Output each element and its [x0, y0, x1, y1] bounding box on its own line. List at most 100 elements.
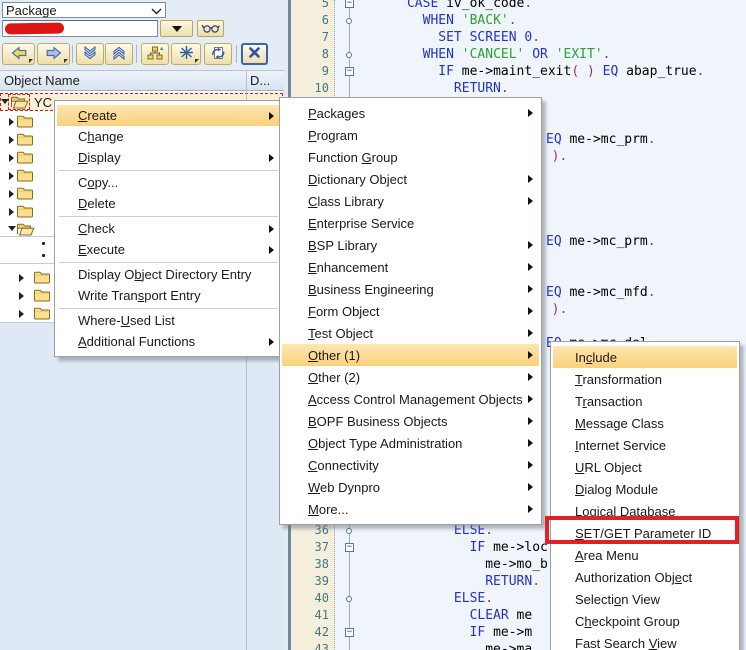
back-button[interactable]	[2, 43, 35, 65]
expand-arrow-icon[interactable]	[9, 208, 14, 216]
menu-item-transformation[interactable]: Transformation	[553, 368, 737, 390]
context-menu: Create Change Display Copy... Delete Check Exe…	[54, 100, 283, 357]
expand-arrow-icon[interactable]	[9, 118, 14, 126]
menu-item-copy[interactable]: Copy...	[57, 172, 280, 193]
fold-collapse-icon[interactable]: −	[345, 0, 354, 8]
menu-item-label: More...	[308, 501, 349, 517]
close-x-icon	[247, 45, 262, 63]
close-button[interactable]	[241, 43, 268, 65]
asterisk-button[interactable]	[171, 43, 201, 65]
menu-item-object-type-administration[interactable]: Object Type Administration	[282, 432, 539, 454]
dropdown-button[interactable]	[160, 20, 193, 37]
expand-arrow-icon[interactable]	[9, 172, 14, 180]
open-folder-icon	[10, 95, 29, 112]
expand-arrow-icon[interactable]	[19, 274, 24, 282]
folder-icon	[16, 114, 34, 131]
menu-item-label: Program	[308, 127, 358, 143]
menu-item-label: Test Object	[308, 325, 374, 341]
page-down-button[interactable]	[76, 43, 104, 65]
submenu-arrow-icon	[528, 417, 533, 425]
menu-item-test-object[interactable]: Test Object	[282, 322, 539, 344]
split-dropdown-icon[interactable]	[64, 59, 68, 63]
menu-item-access-control-management-objects[interactable]: Access Control Management Objects	[282, 388, 539, 410]
submenu-arrow-icon	[269, 224, 274, 233]
split-dropdown-icon[interactable]	[29, 59, 33, 63]
code-text: WHEN 'CANCEL' OR 'EXIT'.	[422, 47, 611, 62]
menu-item-program[interactable]: Program	[282, 124, 539, 146]
display-button[interactable]	[197, 20, 224, 37]
other1-submenu: Include Transformation Transaction Message …	[550, 341, 740, 650]
menu-item-label: Transaction	[575, 393, 643, 409]
menu-item-checkpoint-group[interactable]: Checkpoint Group	[553, 610, 737, 632]
menu-item-write-transport-entry[interactable]: Write Transport Entry	[57, 285, 280, 306]
column-d: D...	[250, 73, 271, 88]
expand-arrow-icon[interactable]	[9, 190, 14, 198]
menu-item-execute[interactable]: Execute	[57, 239, 280, 260]
menu-item-label: Include	[575, 349, 617, 365]
menu-item-function-group[interactable]: Function Group	[282, 146, 539, 168]
forward-button[interactable]	[37, 43, 70, 65]
menu-item-area-menu[interactable]: Area Menu	[553, 544, 737, 566]
code-line: 6 WHEN 'BACK'.	[291, 12, 746, 29]
menu-item-connectivity[interactable]: Connectivity	[282, 454, 539, 476]
menu-item-label: Other (1)	[308, 347, 361, 363]
leaf-dot-icon	[42, 242, 45, 245]
menu-item-message-class[interactable]: Message Class	[553, 412, 737, 434]
submenu-arrow-icon	[528, 395, 533, 403]
menu-item-label: Checkpoint Group	[575, 613, 680, 629]
menu-item-label: Function Group	[308, 149, 398, 165]
menu-item-bopf-business-objects[interactable]: BOPF Business Objects	[282, 410, 539, 432]
submenu-arrow-icon	[528, 461, 533, 469]
split-dropdown-icon[interactable]	[195, 59, 199, 63]
menu-item-include[interactable]: Include	[553, 346, 737, 368]
menu-item-change[interactable]: Change	[57, 126, 280, 147]
tree-header[interactable]: Object Name D...	[0, 70, 284, 91]
menu-item-dictionary-object[interactable]: Dictionary Object	[282, 168, 539, 190]
menu-item-label: Access Control Management Objects	[308, 391, 523, 407]
menu-item-other-1[interactable]: Other (1)	[282, 344, 539, 366]
fold-collapse-icon[interactable]: −	[345, 543, 354, 552]
menu-item-delete[interactable]: Delete	[57, 193, 280, 214]
menu-item-create[interactable]: Create	[57, 105, 280, 126]
menu-item-enhancement[interactable]: Enhancement	[282, 256, 539, 278]
fold-collapse-icon[interactable]: −	[345, 628, 354, 637]
menu-item-internet-service[interactable]: Internet Service	[553, 434, 737, 456]
expand-arrow-icon[interactable]	[9, 154, 14, 162]
menu-item-form-object[interactable]: Form Object	[282, 300, 539, 322]
toolbar-separator	[236, 45, 237, 63]
menu-item-check[interactable]: Check	[57, 218, 280, 239]
menu-item-transaction[interactable]: Transaction	[553, 390, 737, 412]
menu-item-label: Selection View	[575, 591, 661, 607]
menu-item-additional-functions[interactable]: Additional Functions	[57, 331, 280, 352]
menu-item-business-engineering[interactable]: Business Engineering	[282, 278, 539, 300]
menu-item-class-library[interactable]: Class Library	[282, 190, 539, 212]
menu-item-enterprise-service[interactable]: Enterprise Service	[282, 212, 539, 234]
object-type-select[interactable]: Package	[2, 2, 166, 18]
menu-item-display[interactable]: Display	[57, 147, 280, 168]
expand-arrow-icon[interactable]	[19, 310, 24, 318]
menu-item-fast-search-view[interactable]: Fast Search View	[553, 632, 737, 650]
expand-arrow-icon[interactable]	[9, 136, 14, 144]
menu-item-display-object-directory-entry[interactable]: Display Object Directory Entry	[57, 264, 280, 285]
menu-item-packages[interactable]: Packages	[282, 102, 539, 124]
submenu-arrow-icon	[528, 307, 533, 315]
menu-item-where-used-list[interactable]: Where-Used List	[57, 310, 280, 331]
menu-item-web-dynpro[interactable]: Web Dynpro	[282, 476, 539, 498]
expand-arrow-icon[interactable]	[8, 226, 16, 231]
menu-item-selection-view[interactable]: Selection View	[553, 588, 737, 610]
menu-item-authorization-object[interactable]: Authorization Object	[553, 566, 737, 588]
menu-item-url-object[interactable]: URL Object	[553, 456, 737, 478]
menu-item-label: Fast Search View	[575, 635, 677, 650]
menu-item-more[interactable]: More...	[282, 498, 539, 520]
expand-arrow-icon[interactable]	[1, 99, 9, 104]
menu-item-dialog-module[interactable]: Dialog Module	[553, 478, 737, 500]
menu-item-bsp-library[interactable]: BSP Library	[282, 234, 539, 256]
refresh-button[interactable]	[204, 43, 232, 65]
page-up-button[interactable]	[105, 43, 133, 65]
expand-arrow-icon[interactable]	[19, 292, 24, 300]
submenu-arrow-icon	[269, 153, 274, 162]
folder-icon	[16, 150, 34, 167]
hierarchy-button[interactable]	[141, 43, 169, 65]
fold-collapse-icon[interactable]: −	[345, 67, 354, 76]
menu-item-other-2[interactable]: Other (2)	[282, 366, 539, 388]
